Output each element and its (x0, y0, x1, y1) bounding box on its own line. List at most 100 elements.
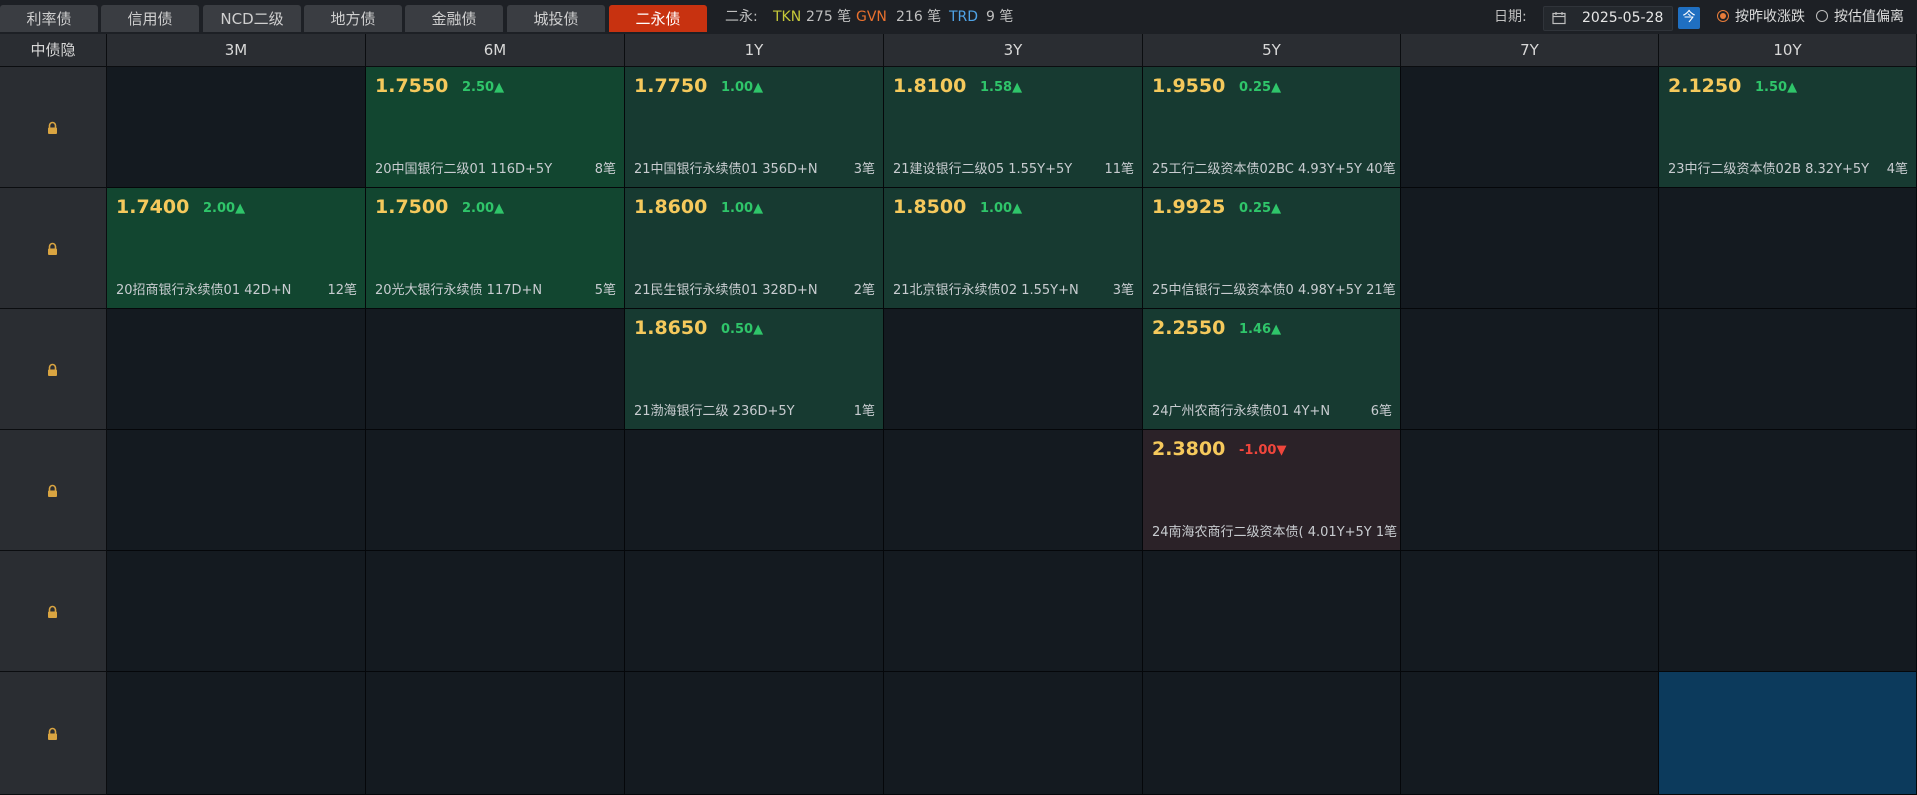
grid-cell[interactable]: 1.8650 0.50▲ 21渤海银行二级 236D+5Y 1笔 (625, 309, 884, 430)
tab-0[interactable]: 利率债 (0, 5, 98, 32)
grid-cell[interactable]: 1.7500 2.00▲ 20光大银行永续债 117D+N 5笔 (366, 188, 625, 309)
grid-cell[interactable]: 1.8100 1.58▲ 21建设银行二级05 1.55Y+5Y 11笔 (884, 67, 1143, 188)
grid-cell[interactable]: 1.7750 1.00▲ 21中国银行永续债01 356D+N 3笔 (625, 67, 884, 188)
quote-change: 1.00▲ (721, 201, 764, 216)
quote-yield: 1.7750 (634, 75, 708, 97)
corner-header[interactable]: 中债隐 (0, 34, 107, 67)
column-header-6m[interactable]: 6M (366, 34, 625, 67)
quote-yield: 2.1250 (1668, 75, 1742, 97)
tab-4[interactable]: 金融债 (405, 5, 503, 32)
tab-6[interactable]: 二永债 (609, 5, 707, 32)
trade-count: 6笔 (1370, 404, 1392, 419)
grid-cell[interactable] (1143, 551, 1401, 672)
sort-by-valuation-label[interactable]: 按估值偏离 (1834, 0, 1904, 34)
trade-count: 12笔 (327, 283, 357, 298)
lock-icon[interactable] (47, 362, 58, 381)
quote-yield: 1.9925 (1152, 196, 1226, 218)
grid-cell[interactable] (625, 430, 884, 551)
quote-change: 1.00▲ (980, 201, 1023, 216)
grid-cell[interactable] (1401, 551, 1659, 672)
grid-cell[interactable] (1659, 430, 1917, 551)
grid-cell[interactable] (366, 551, 625, 672)
quote-yield: 1.7550 (375, 75, 449, 97)
grid-cell[interactable] (107, 672, 366, 795)
bond-name: 24南海农商行二级资本债( 4.01Y+5Y 1笔 (1152, 525, 1398, 540)
column-header-3y[interactable]: 3Y (884, 34, 1143, 67)
quote-change: 0.50▲ (721, 322, 764, 337)
quote-change: 1.00▲ (721, 80, 764, 95)
grid-cell[interactable] (1659, 309, 1917, 430)
column-header-3m[interactable]: 3M (107, 34, 366, 67)
gvn-count: 216 笔 (896, 9, 942, 25)
grid-cell[interactable]: 1.7550 2.50▲ 20中国银行二级01 116D+5Y 8笔 (366, 67, 625, 188)
tab-1[interactable]: 信用债 (101, 5, 199, 32)
grid-cell[interactable]: 2.3800 -1.00▼ 24南海农商行二级资本债( 4.01Y+5Y 1笔 (1143, 430, 1401, 551)
quote-change: 1.50▲ (1755, 80, 1798, 95)
grid-cell[interactable] (884, 309, 1143, 430)
grid-cell[interactable] (1659, 551, 1917, 672)
grid-cell[interactable]: 2.2550 1.46▲ 24广州农商行永续债01 4Y+N 6笔 (1143, 309, 1401, 430)
trade-count: 3笔 (853, 162, 875, 177)
sort-by-prev-close-label[interactable]: 按昨收涨跌 (1735, 0, 1805, 34)
grid-cell[interactable] (1143, 672, 1401, 795)
tab-5[interactable]: 城投债 (507, 5, 605, 32)
quote-yield: 1.7400 (116, 196, 190, 218)
grid-cell[interactable] (625, 672, 884, 795)
lock-icon[interactable] (47, 120, 58, 139)
trade-count: 11笔 (1104, 162, 1134, 177)
column-header-5y[interactable]: 5Y (1143, 34, 1401, 67)
grid-cell[interactable] (107, 430, 366, 551)
quote-change: 0.25▲ (1239, 201, 1282, 216)
lock-icon[interactable] (47, 483, 58, 502)
lock-icon[interactable] (47, 241, 58, 260)
tkn-count: 275 笔 (806, 9, 852, 25)
grid-cell[interactable] (1401, 67, 1659, 188)
grid-cell[interactable] (1401, 672, 1659, 795)
sort-by-valuation-radio[interactable] (1816, 10, 1828, 22)
grid-cell[interactable] (625, 551, 884, 672)
grid-cell[interactable] (107, 551, 366, 672)
today-button[interactable]: 今 (1678, 7, 1700, 29)
grid-cell[interactable] (1659, 188, 1917, 309)
trd-label: TRD (949, 9, 979, 25)
quote-yield: 1.8650 (634, 317, 708, 339)
grid-cell[interactable] (1401, 309, 1659, 430)
grid-cell[interactable] (107, 67, 366, 188)
grid-cell[interactable] (366, 309, 625, 430)
grid-cell[interactable]: 1.7400 2.00▲ 20招商银行永续债01 42D+N 12笔 (107, 188, 366, 309)
grid-cell[interactable] (107, 309, 366, 430)
lock-icon[interactable] (47, 726, 58, 745)
tab-2[interactable]: NCD二级 (203, 5, 301, 32)
row-header (0, 430, 107, 551)
grid-cell[interactable] (366, 430, 625, 551)
trade-count: 2笔 (853, 283, 875, 298)
grid-cell[interactable] (1401, 430, 1659, 551)
column-header-7y[interactable]: 7Y (1401, 34, 1659, 67)
sort-by-prev-close-radio[interactable] (1717, 10, 1729, 22)
quote-yield: 1.8100 (893, 75, 967, 97)
column-header-1y[interactable]: 1Y (625, 34, 884, 67)
bond-name: 25工行二级资本债02BC 4.93Y+5Y 40笔 (1152, 162, 1396, 177)
grid-cell[interactable] (1401, 188, 1659, 309)
quote-yield: 1.8500 (893, 196, 967, 218)
top-toolbar: 利率债 信用债 NCD二级 地方债 金融债 城投债 二永债 二永: TKN 275 笔 GV… (0, 0, 1917, 35)
grid-cell[interactable] (884, 551, 1143, 672)
grid-cell[interactable]: 2.1250 1.50▲ 23中行二级资本债02B 8.32Y+5Y 4笔 (1659, 67, 1917, 188)
column-header-10y[interactable]: 10Y (1659, 34, 1917, 67)
grid-cell[interactable] (1659, 672, 1917, 795)
row-header (0, 188, 107, 309)
bond-name: 21中国银行永续债01 356D+N (634, 162, 818, 177)
bond-name: 21渤海银行二级 236D+5Y (634, 404, 795, 419)
grid-cell[interactable] (884, 672, 1143, 795)
grid-cell[interactable] (884, 430, 1143, 551)
date-picker[interactable]: 2025-05-28 (1543, 6, 1673, 31)
tab-3[interactable]: 地方债 (304, 5, 402, 32)
trade-count: 1笔 (853, 404, 875, 419)
grid-cell[interactable]: 1.8600 1.00▲ 21民生银行永续债01 328D+N 2笔 (625, 188, 884, 309)
grid-cell[interactable]: 1.9925 0.25▲ 25中信银行二级资本债0 4.98Y+5Y 21笔 (1143, 188, 1401, 309)
grid-cell[interactable]: 1.9550 0.25▲ 25工行二级资本债02BC 4.93Y+5Y 40笔 (1143, 67, 1401, 188)
lock-icon[interactable] (47, 604, 58, 623)
bond-name: 24广州农商行永续债01 4Y+N (1152, 404, 1331, 419)
grid-cell[interactable]: 1.8500 1.00▲ 21北京银行永续债02 1.55Y+N 3笔 (884, 188, 1143, 309)
grid-cell[interactable] (366, 672, 625, 795)
